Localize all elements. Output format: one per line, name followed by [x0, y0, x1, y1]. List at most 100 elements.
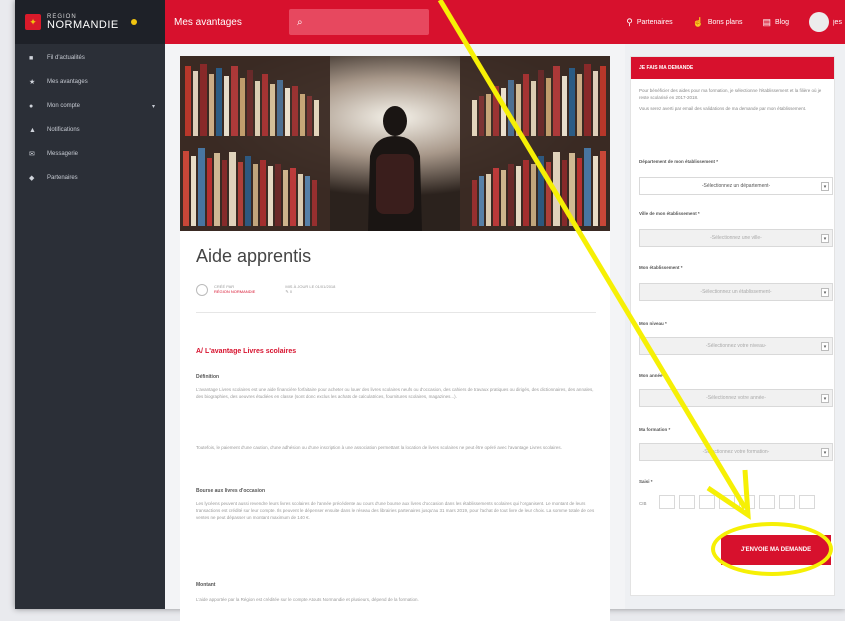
- paragraph: L'aide apportée par la Région est crédit…: [196, 597, 419, 602]
- level-select[interactable]: -Sélectionnez votre niveau- ▾: [639, 337, 833, 355]
- main-content: Aide apprentis CRÉÉ PAR RÉGION NORMANDIE…: [165, 44, 625, 621]
- subheading-bourse: Bourse aux livres d'occasion: [196, 488, 265, 494]
- sidebar-item-label: Fil d'actualités: [47, 55, 85, 61]
- search-input[interactable]: ⌕: [289, 9, 429, 35]
- department-select[interactable]: -Sélectionnez un département- ▾: [639, 177, 833, 195]
- chevron-down-icon: ▾: [821, 234, 829, 243]
- user-name[interactable]: jes: [833, 19, 845, 26]
- intro-text: Vous serez averti par email des validati…: [639, 106, 807, 111]
- map-pin-icon: ⚲: [626, 16, 633, 27]
- chevron-down-icon: ▾: [821, 288, 829, 297]
- pin-icon: ◆: [29, 175, 35, 182]
- paragraph: Les lycéens peuvent aussi revendre leurs…: [196, 501, 595, 520]
- brand-small: RÉGION: [47, 13, 77, 20]
- avatar[interactable]: [809, 12, 829, 32]
- home-icon: ■: [29, 54, 34, 62]
- date-digit-input[interactable]: [779, 495, 795, 509]
- date-digit-input[interactable]: [759, 495, 775, 509]
- date-label: Saisi *: [639, 479, 653, 484]
- date-digit-input[interactable]: [679, 495, 695, 509]
- library-illustration: [180, 56, 610, 231]
- page-title: Mes avantages: [174, 16, 242, 28]
- year-label: Mon année *: [639, 373, 666, 378]
- chevron-down-icon: ▾: [821, 182, 829, 191]
- level-label: Mon niveau *: [639, 321, 667, 326]
- date-digit-input[interactable]: [739, 495, 755, 509]
- select-value: -Sélectionnez un établissement-: [700, 289, 772, 295]
- date-digit-input[interactable]: [659, 495, 675, 509]
- partners-link[interactable]: ⚲ Partenaires: [626, 17, 672, 28]
- brand-bar: ✦ RÉGION NORMANDIE: [15, 0, 165, 44]
- sidebar-item-label: Messagerie: [47, 151, 79, 157]
- subheading-definition: Définition: [196, 374, 220, 380]
- chevron-down-icon: ▾: [821, 448, 829, 457]
- sidebar-item-messages[interactable]: ✉ Messagerie: [15, 142, 165, 166]
- author-link[interactable]: RÉGION NORMANDIE: [214, 289, 255, 294]
- divider: [196, 312, 596, 313]
- select-value: -Sélectionnez votre niveau-: [705, 343, 767, 349]
- brand-logo[interactable]: RÉGION NORMANDIE: [47, 14, 119, 31]
- normandie-flag-icon: ✦: [25, 14, 41, 30]
- search-icon: ⌕: [297, 16, 303, 28]
- article-date: MIS À JOUR LE 01/01/2018: [285, 284, 336, 289]
- year-select[interactable]: -Sélectionnez votre année- ▾: [639, 389, 833, 407]
- newspaper-icon: ▤: [762, 16, 771, 27]
- article-meta: CRÉÉ PAR RÉGION NORMANDIE MIS À JOUR LE …: [196, 284, 335, 296]
- author-avatar-icon: [196, 284, 208, 296]
- library-hero-image: [180, 56, 610, 231]
- section-title: A/ L'avantage Livres scolaires: [196, 348, 297, 355]
- top-links: ⚲ Partenaires ☝ Bons plans ▤ Blog jes: [626, 12, 845, 32]
- sidebar: ■ Fil d'actualités ★ Mes avantages ● Mon co…: [15, 44, 165, 609]
- comment-icon: ✎: [285, 289, 289, 294]
- paragraph: Toutefois, le paiement d'une caution, d'…: [196, 445, 562, 450]
- intro-text: Pour bénéficier des aides pour ma format…: [639, 88, 822, 100]
- training-label: Ma formation *: [639, 427, 671, 432]
- sidebar-item-feed[interactable]: ■ Fil d'actualités: [15, 46, 165, 70]
- subheading-montant: Montant: [196, 582, 216, 588]
- school-select[interactable]: -Sélectionnez un établissement- ▾: [639, 283, 833, 301]
- sidebar-item-account[interactable]: ● Mon compte ▾: [15, 94, 165, 118]
- user-icon: ●: [29, 102, 34, 110]
- sidebar-item-label: Mes avantages: [47, 79, 88, 85]
- top-bar: Mes avantages ⌕ ⚲ Partenaires ☝ Bons plans…: [165, 0, 845, 44]
- select-value: -Sélectionnez votre formation-: [702, 449, 770, 455]
- thumbs-up-icon: ☝: [692, 16, 704, 27]
- deals-link[interactable]: ☝ Bons plans: [693, 17, 743, 28]
- article-card: Aide apprentis CRÉÉ PAR RÉGION NORMANDIE…: [180, 56, 610, 621]
- bell-icon: ▲: [29, 126, 36, 134]
- form-header: JE FAIS MA DEMANDE: [631, 57, 834, 79]
- school-label: Mon établissement *: [639, 265, 683, 270]
- training-select[interactable]: -Sélectionnez votre formation- ▾: [639, 443, 833, 461]
- select-value: -Sélectionnez un département-: [701, 183, 771, 189]
- blog-link[interactable]: ▤ Blog: [762, 17, 789, 28]
- request-form: JE FAIS MA DEMANDE Pour bénéficier des a…: [630, 56, 835, 596]
- envelope-icon: ✉: [29, 151, 35, 158]
- select-value: -Sélectionnez votre année-: [706, 395, 766, 401]
- comment-count: 0: [289, 289, 293, 294]
- chevron-down-icon: ▾: [821, 394, 829, 403]
- sidebar-item-partners[interactable]: ◆ Partenaires: [15, 166, 165, 190]
- city-label: Ville de mon établissement *: [639, 211, 700, 216]
- date-digit-input[interactable]: [699, 495, 715, 509]
- link-label: Blog: [774, 18, 789, 26]
- date-digit-input[interactable]: [719, 495, 735, 509]
- date-digit-input[interactable]: [799, 495, 815, 509]
- sidebar-item-label: Mon compte: [47, 103, 81, 109]
- brand-big: NORMANDIE: [47, 18, 119, 31]
- submit-request-button[interactable]: J'ENVOIE MA DEMANDE: [721, 535, 831, 565]
- date-prefix: CIB: [639, 501, 647, 506]
- star-icon: ★: [29, 79, 36, 86]
- sidebar-item-label: Notifications: [47, 127, 80, 133]
- sidebar-item-advantages[interactable]: ★ Mes avantages: [15, 70, 165, 94]
- department-label: Département de mon établissement *: [639, 159, 719, 164]
- form-intro: Pour bénéficier des aides pour ma format…: [631, 79, 834, 112]
- chevron-down-icon: ▾: [151, 103, 155, 110]
- article-title: Aide apprentis: [196, 246, 312, 266]
- sidebar-item-label: Partenaires: [47, 175, 78, 181]
- paragraph: L'avantage Livres scolaires est une aide…: [196, 387, 594, 399]
- status-dot-icon: [130, 19, 137, 25]
- chevron-down-icon: ▾: [821, 342, 829, 351]
- link-label: Partenaires: [636, 18, 673, 26]
- sidebar-item-notifications[interactable]: ▲ Notifications: [15, 118, 165, 142]
- city-select[interactable]: -Sélectionnez une ville- ▾: [639, 229, 833, 247]
